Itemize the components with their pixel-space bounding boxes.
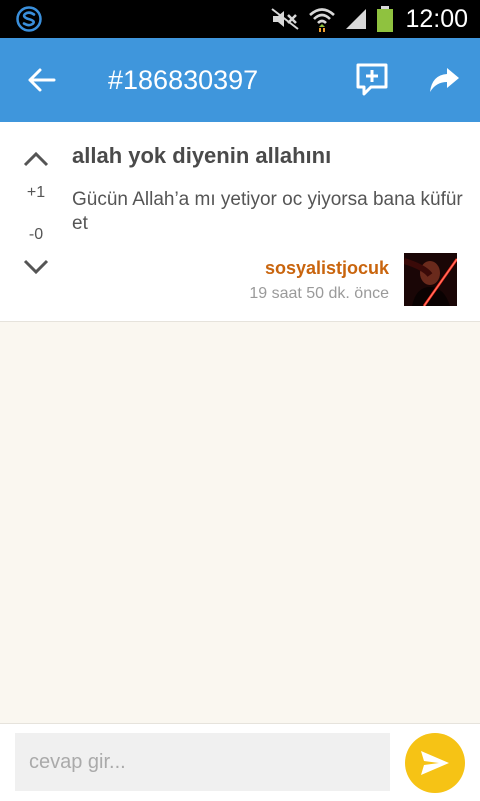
wifi-icon <box>309 8 335 32</box>
downvote-icon[interactable] <box>22 258 50 276</box>
upvote-icon[interactable] <box>22 150 50 168</box>
upvote-count: +1 <box>26 184 46 201</box>
topic-title[interactable]: allah yok diyenin allahını <box>72 142 331 170</box>
arrow-left-icon[interactable] <box>24 64 58 96</box>
mute-icon <box>271 8 299 30</box>
replies-area <box>0 322 480 723</box>
send-button[interactable] <box>405 733 465 793</box>
battery-icon <box>377 6 393 32</box>
downvote-count: -0 <box>28 226 44 243</box>
entry-body: Gücün Allah’a mı yetiyor oc yiyorsa bana… <box>72 189 463 234</box>
avatar[interactable] <box>404 253 457 306</box>
author-link[interactable]: sosyalistjocuk <box>265 257 389 279</box>
page-title: #186830397 <box>108 65 259 95</box>
status-bar: 12:00 <box>0 0 480 38</box>
share-icon[interactable] <box>428 66 460 94</box>
entry-time: 19 saat 50 dk. önce <box>249 285 389 302</box>
app-logo-icon <box>16 6 42 32</box>
reply-input[interactable] <box>15 733 390 791</box>
send-icon <box>421 751 449 775</box>
status-clock: 12:00 <box>405 5 468 33</box>
add-comment-icon[interactable] <box>355 62 389 98</box>
app-bar: #186830397 <box>0 38 480 122</box>
signal-icon <box>346 9 366 29</box>
